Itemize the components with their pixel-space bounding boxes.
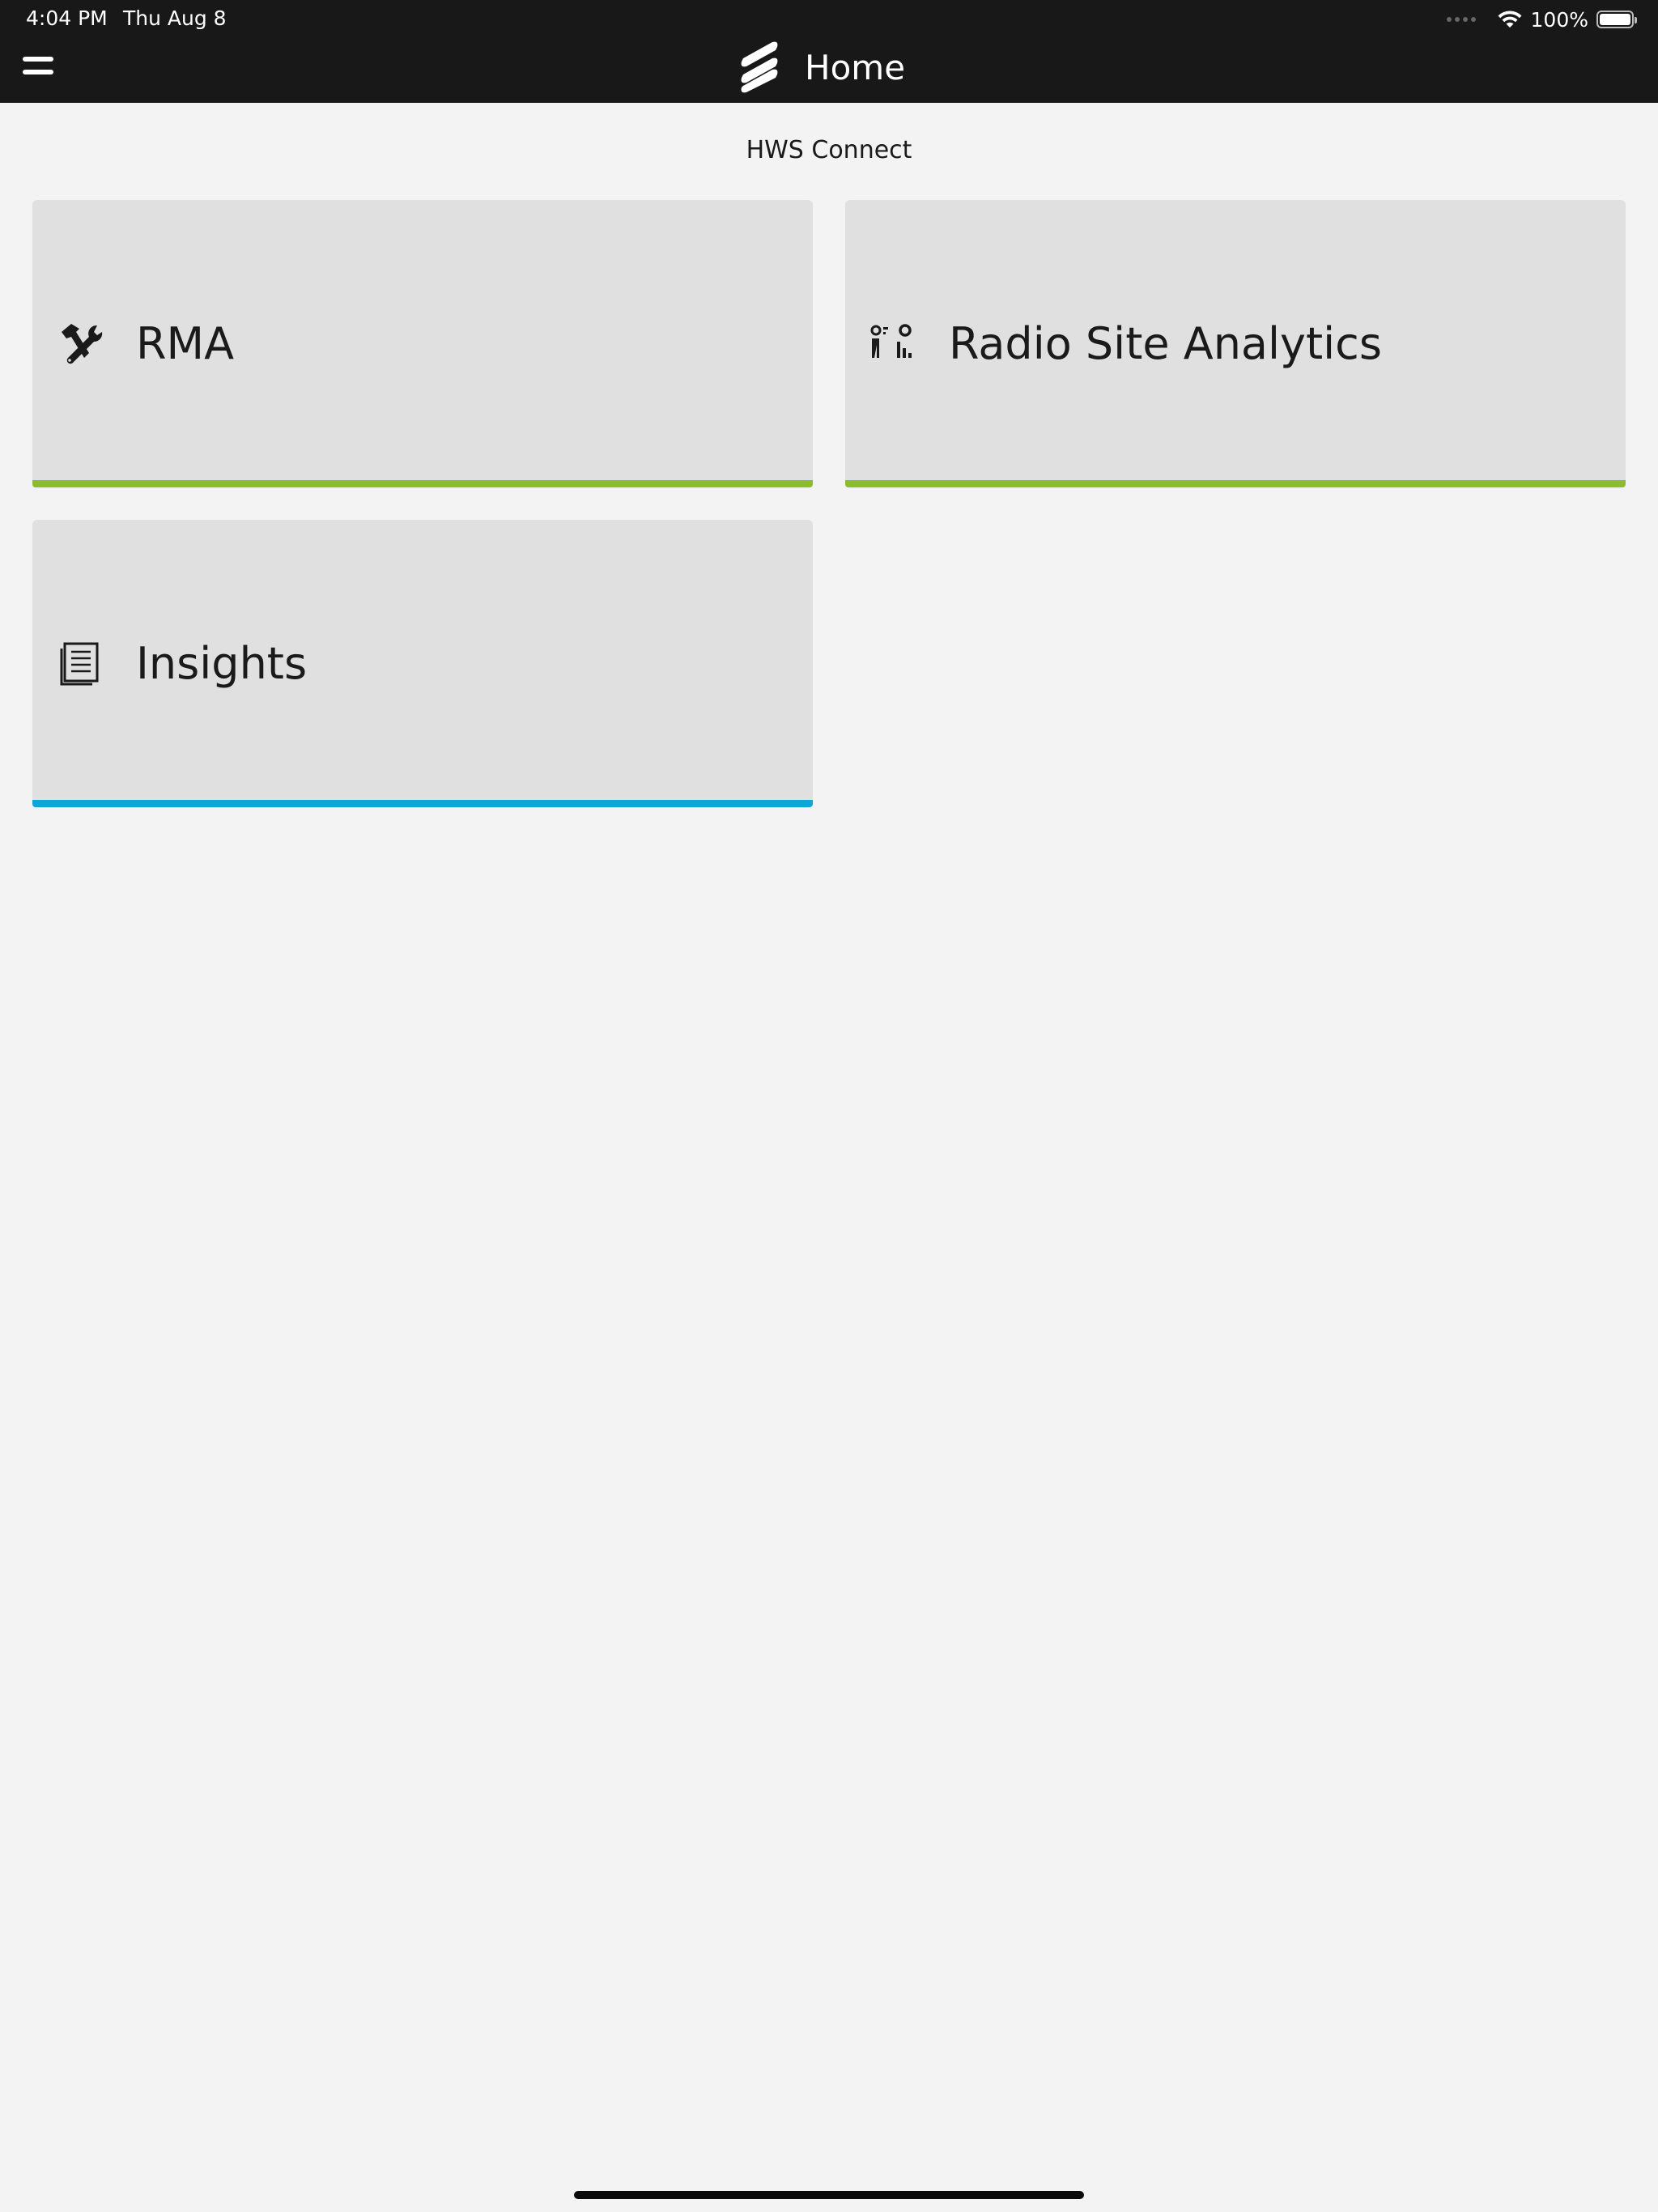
home-indicator[interactable] <box>574 2191 1084 2199</box>
tile-insights-content: Insights <box>57 520 307 807</box>
tile-insights-label: Insights <box>136 638 308 689</box>
header-brand: Home <box>740 40 905 94</box>
tools-icon <box>62 323 103 364</box>
radio-site-analytics-icon <box>870 323 912 358</box>
wifi-icon <box>1498 11 1522 28</box>
tile-rma-label: RMA <box>136 318 235 369</box>
page-title: Home <box>805 47 906 87</box>
tile-radio-site-analytics-content: Radio Site Analytics <box>869 200 1382 487</box>
status-bar: 4:04 PM Thu Aug 8 100% <box>0 0 1658 37</box>
tile-radio-site-analytics-accent <box>845 480 1626 487</box>
tile-radio-site-analytics[interactable]: Radio Site Analytics <box>845 200 1626 487</box>
battery-icon <box>1596 11 1637 28</box>
tile-rma-content: RMA <box>57 200 234 487</box>
status-indicators: 100% <box>1446 6 1637 32</box>
app-header: 4:04 PM Thu Aug 8 100% Home <box>0 0 1658 103</box>
tile-radio-site-analytics-label: Radio Site Analytics <box>949 318 1382 369</box>
status-date: Thu Aug 8 <box>123 6 227 30</box>
tile-insights[interactable]: Insights <box>32 520 813 807</box>
section-title: HWS Connect <box>746 136 912 164</box>
tile-insights-accent <box>32 800 813 807</box>
cellular-signal-icon <box>1446 17 1476 22</box>
tile-rma[interactable]: RMA <box>32 200 813 487</box>
status-time: 4:04 PM <box>26 6 108 30</box>
ericsson-logo-icon <box>741 41 778 93</box>
document-icon <box>60 642 99 685</box>
tile-rma-accent <box>32 480 813 487</box>
battery-percentage: 100% <box>1530 7 1588 32</box>
hamburger-menu-icon[interactable] <box>23 53 57 79</box>
